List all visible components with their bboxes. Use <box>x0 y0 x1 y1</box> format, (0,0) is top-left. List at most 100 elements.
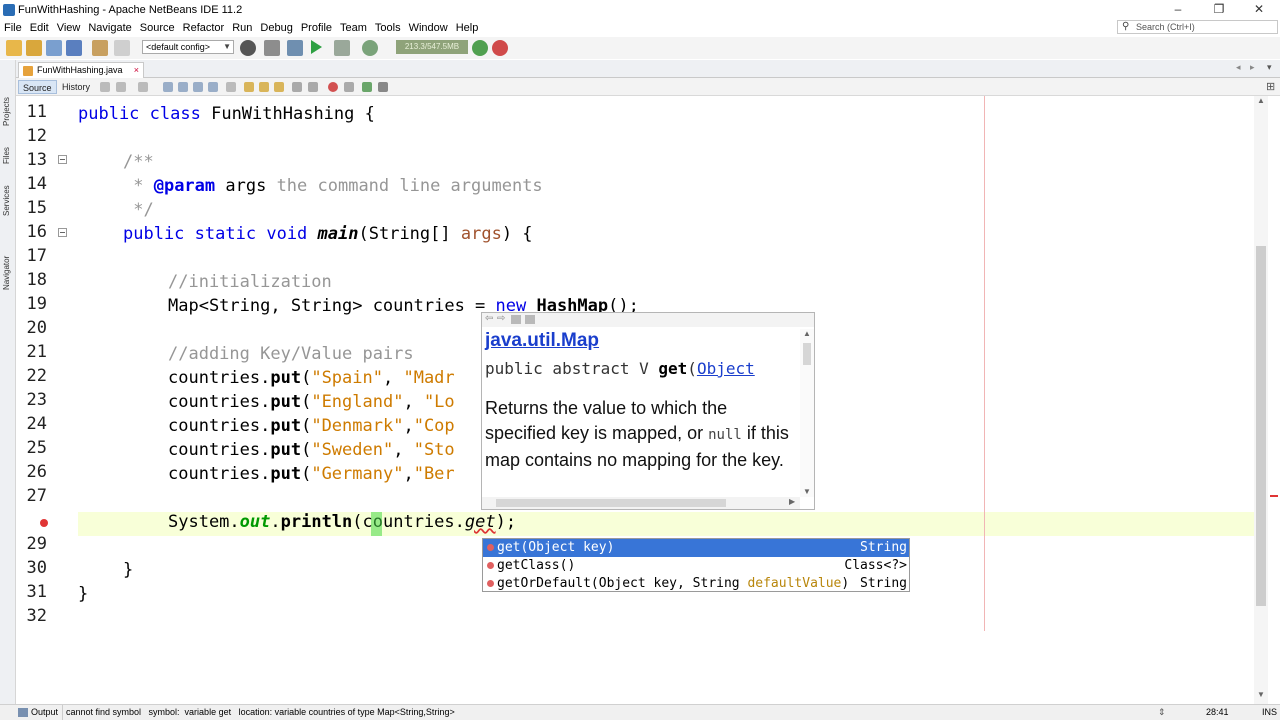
menu-debug[interactable]: Debug <box>256 20 296 36</box>
doc-forward-icon[interactable]: ⇨ <box>497 313 505 324</box>
open-project-icon[interactable] <box>46 40 62 56</box>
menu-file[interactable]: File <box>0 20 26 36</box>
close-tab-icon[interactable]: × <box>134 63 139 78</box>
menu-profile[interactable]: Profile <box>297 20 336 36</box>
scroll-thumb[interactable] <box>1256 246 1266 606</box>
java-file-icon <box>23 66 33 76</box>
code-completion-list[interactable]: get(Object key) String getClass() Class<?>… <box>482 538 910 592</box>
build-icon[interactable] <box>240 40 256 56</box>
config-select[interactable]: <default config> ▼ <box>142 40 234 54</box>
memory-indicator[interactable]: 213.3/547.5MB <box>396 40 468 54</box>
redo-icon[interactable] <box>114 40 130 56</box>
profile-icon[interactable] <box>362 40 378 56</box>
window-list-icon[interactable]: ▾ <box>1267 62 1272 73</box>
menu-navigate[interactable]: Navigate <box>84 20 135 36</box>
tab-funwithhashing[interactable]: FunWithHashing.java × <box>18 62 144 78</box>
uncomment-icon[interactable] <box>378 82 388 92</box>
scroll-thumb[interactable] <box>803 343 811 365</box>
prev-bookmark-icon[interactable] <box>244 82 254 92</box>
next-bookmark-icon[interactable] <box>259 82 269 92</box>
source-button[interactable]: Source <box>18 80 57 94</box>
error-stripe-marker[interactable] <box>1270 495 1278 497</box>
back-icon[interactable] <box>116 82 126 92</box>
gc-icon[interactable] <box>472 40 488 56</box>
scroll-right-icon[interactable]: ▶ <box>789 497 795 506</box>
search-placeholder: Search (Ctrl+I) <box>1136 22 1195 32</box>
completion-param: defaultValue <box>747 576 842 591</box>
toggle-highlight-icon[interactable] <box>226 82 236 92</box>
tab-scroll-right-icon[interactable]: ▸ <box>1250 62 1255 73</box>
find-icon[interactable] <box>163 82 173 92</box>
menu-view[interactable]: View <box>53 20 85 36</box>
comment-icon[interactable] <box>362 82 372 92</box>
javadoc-popup[interactable]: ⇦ ⇨ java.util.Map public abstract V get(… <box>481 312 815 510</box>
menu-tools[interactable]: Tools <box>371 20 405 36</box>
stop-macro-icon[interactable] <box>344 82 354 92</box>
comment-text: the command line arguments <box>266 176 543 196</box>
menu-window[interactable]: Window <box>405 20 452 36</box>
scroll-up-icon[interactable]: ▲ <box>1257 96 1265 105</box>
menu-team[interactable]: Team <box>336 20 371 36</box>
editor-vertical-scrollbar[interactable]: ▲ ▼ <box>1254 96 1268 704</box>
close-window-button[interactable]: ✕ <box>1245 2 1273 18</box>
tab-scroll-left-icon[interactable]: ◂ <box>1236 62 1241 73</box>
forward-icon[interactable] <box>138 82 148 92</box>
minimize-button[interactable]: – <box>1164 2 1192 18</box>
scroll-up-icon[interactable]: ▲ <box>803 329 811 338</box>
doc-browser-icon[interactable] <box>525 315 535 324</box>
scroll-down-icon[interactable]: ▼ <box>803 487 811 496</box>
history-button[interactable]: History <box>58 80 94 94</box>
keyword: public <box>78 104 140 124</box>
find-selection-icon[interactable] <box>208 82 218 92</box>
profiler-icon[interactable] <box>492 40 508 56</box>
sig-type-link[interactable]: Object <box>697 359 755 378</box>
restore-button[interactable]: ❐ <box>1205 2 1233 18</box>
start-macro-icon[interactable] <box>328 82 338 92</box>
scroll-down-icon[interactable]: ▼ <box>1257 690 1265 699</box>
output-tab[interactable]: Output <box>31 705 58 720</box>
save-all-icon[interactable] <box>66 40 82 56</box>
services-tab[interactable]: Services <box>2 168 14 216</box>
new-file-icon[interactable] <box>6 40 22 56</box>
search-input[interactable]: ⚲ Search (Ctrl+I) <box>1117 20 1278 34</box>
undo-icon[interactable] <box>92 40 108 56</box>
split-editor-icon[interactable]: ⊞ <box>1266 80 1275 93</box>
doc-source-icon[interactable] <box>511 315 521 324</box>
menu-edit[interactable]: Edit <box>26 20 53 36</box>
find-previous-icon[interactable] <box>178 82 188 92</box>
doc-back-icon[interactable]: ⇦ <box>485 313 493 324</box>
menu-source[interactable]: Source <box>136 20 179 36</box>
fold-toggle-icon[interactable] <box>58 155 67 164</box>
config-value: <default config> <box>146 42 211 52</box>
doc-code: null <box>708 427 742 443</box>
completion-item[interactable]: get(Object key) String <box>483 539 909 557</box>
fold-toggle-icon[interactable] <box>58 228 67 237</box>
shift-right-icon[interactable] <box>308 82 318 92</box>
javadoc-nav: ⇦ ⇨ <box>482 313 814 327</box>
files-tab[interactable]: Files <box>2 130 14 164</box>
menu-refactor[interactable]: Refactor <box>179 20 229 36</box>
notifications-icon[interactable]: ⇕ <box>1158 705 1166 720</box>
debug-icon[interactable] <box>334 40 350 56</box>
find-next-icon[interactable] <box>193 82 203 92</box>
projects-tab[interactable]: Projects <box>2 76 14 126</box>
clean-build-icon[interactable] <box>264 40 280 56</box>
menu-help[interactable]: Help <box>452 20 483 36</box>
param-name: args <box>215 176 267 196</box>
last-edit-icon[interactable] <box>100 82 110 92</box>
javadoc-vertical-scrollbar[interactable]: ▲ ▼ <box>800 329 814 497</box>
javadoc-class-link[interactable]: java.util.Map <box>485 330 599 352</box>
menu-run[interactable]: Run <box>228 20 256 36</box>
completion-item[interactable]: getOrDefault(Object key, String defaultV… <box>483 575 909 593</box>
new-project-icon[interactable] <box>26 40 42 56</box>
run-icon[interactable] <box>311 40 322 54</box>
toggle-bookmark-icon[interactable] <box>274 82 284 92</box>
error-marker-icon[interactable] <box>40 519 48 527</box>
shift-left-icon[interactable] <box>292 82 302 92</box>
completion-item[interactable]: getClass() Class<?> <box>483 557 909 575</box>
javadoc-horizontal-scrollbar[interactable]: ▶ <box>482 497 800 509</box>
scroll-thumb[interactable] <box>496 499 726 507</box>
completion-return-type: String <box>860 576 907 591</box>
settings-icon[interactable] <box>287 40 303 56</box>
navigator-tab[interactable]: Navigator <box>2 230 14 290</box>
